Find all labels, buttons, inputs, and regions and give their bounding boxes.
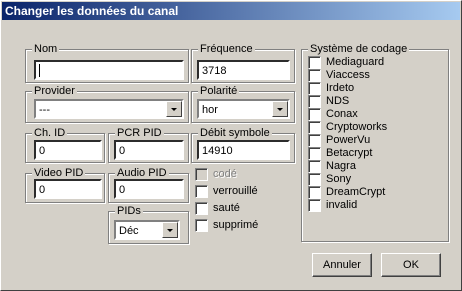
supprime-checkbox[interactable]: supprimé (195, 219, 258, 232)
systeme-label: Système de codage (308, 43, 410, 55)
checkbox-box (308, 108, 321, 121)
polarite-select[interactable]: hor (197, 99, 290, 119)
systeme-item-label: Betacrypt (326, 147, 373, 159)
polarite-label: Polarité (198, 85, 240, 97)
saute-checkbox[interactable]: sauté (195, 202, 240, 215)
audio-pid-label: Audio PID (115, 167, 169, 179)
supprime-label: supprimé (213, 219, 259, 231)
systeme-checkbox-2[interactable]: Irdeto (308, 82, 354, 95)
pids-select[interactable]: Déc (114, 220, 180, 240)
systeme-item-label: Nagra (326, 160, 356, 172)
nom-input[interactable] (34, 60, 184, 80)
provider-label: Provider (32, 85, 77, 97)
ok-button[interactable]: OK (381, 253, 441, 277)
systeme-checkbox-7[interactable]: Betacrypt (308, 147, 372, 160)
video-pid-input[interactable]: 0 (34, 179, 102, 199)
verrouille-label: verrouillé (213, 185, 258, 197)
systeme-checkbox-6[interactable]: PowerVu (308, 134, 370, 147)
checkbox-box (195, 168, 208, 181)
text-caret (39, 64, 40, 77)
provider-select[interactable]: --- (34, 99, 184, 119)
checkbox-box (195, 219, 208, 232)
pids-value: Déc (119, 225, 139, 237)
checkbox-box (308, 56, 321, 69)
checkbox-box (308, 147, 321, 160)
checkbox-box (308, 160, 321, 173)
pcr-pid-input[interactable]: 0 (114, 140, 184, 160)
systeme-checkbox-11[interactable]: invalid (308, 199, 357, 212)
video-pid-label: Video PID (32, 167, 86, 179)
ch-id-label: Ch. ID (32, 127, 68, 139)
systeme-item-label: NDS (326, 95, 350, 107)
systeme-item-label: DreamCrypt (326, 186, 386, 198)
chevron-down-icon[interactable] (166, 101, 182, 117)
systeme-checkbox-3[interactable]: NDS (308, 95, 349, 108)
audio-pid-input[interactable]: 0 (114, 179, 184, 199)
systeme-item-label: invalid (326, 199, 358, 211)
checkbox-box (308, 82, 321, 95)
provider-value: --- (39, 104, 50, 116)
systeme-checkbox-4[interactable]: Conax (308, 108, 358, 121)
systeme-checkbox-1[interactable]: Viaccess (308, 69, 370, 82)
chevron-down-icon[interactable] (162, 222, 178, 238)
systeme-item-label: PowerVu (326, 134, 371, 146)
frequence-input[interactable]: 3718 (197, 60, 290, 80)
debit-symbole-label: Débit symbole (198, 127, 272, 139)
systeme-item-label: Irdeto (326, 82, 355, 94)
saute-label: sauté (213, 202, 240, 214)
systeme-item-label: Cryptoworks (326, 121, 388, 133)
systeme-item-label: Mediaguard (326, 56, 385, 68)
code-label: codé (213, 168, 237, 180)
checkbox-box (308, 173, 321, 186)
systeme-checkbox-5[interactable]: Cryptoworks (308, 121, 387, 134)
systeme-checkbox-10[interactable]: DreamCrypt (308, 186, 385, 199)
checkbox-box (308, 134, 321, 147)
checkbox-box (308, 199, 321, 212)
cancel-button[interactable]: Annuler (312, 253, 372, 277)
checkbox-box (308, 121, 321, 134)
chevron-down-icon[interactable] (272, 101, 288, 117)
pcr-pid-label: PCR PID (115, 127, 164, 139)
systeme-checkbox-8[interactable]: Nagra (308, 160, 356, 173)
dialog-window: Changer les données du canal Nom Fréquen… (0, 0, 462, 291)
checkbox-box (308, 69, 321, 82)
checkbox-box (308, 186, 321, 199)
ch-id-input[interactable]: 0 (34, 140, 102, 160)
systeme-group: Système de codage (301, 43, 449, 242)
checkbox-box (195, 185, 208, 198)
code-checkbox[interactable]: codé (195, 168, 237, 181)
polarite-value: hor (202, 104, 218, 116)
checkbox-box (308, 95, 321, 108)
window-title: Changer les données du canal (2, 2, 460, 20)
systeme-checkbox-9[interactable]: Sony (308, 173, 351, 186)
systeme-item-label: Conax (326, 108, 358, 120)
verrouille-checkbox[interactable]: verrouillé (195, 185, 258, 198)
systeme-checkbox-0[interactable]: Mediaguard (308, 56, 384, 69)
debit-symbole-input[interactable]: 14910 (197, 140, 290, 160)
systeme-item-label: Viaccess (326, 69, 370, 81)
nom-label: Nom (32, 43, 60, 55)
checkbox-box (195, 202, 208, 215)
systeme-item-label: Sony (326, 173, 352, 185)
pids-label: PIDs (115, 205, 143, 217)
frequence-label: Fréquence (198, 43, 255, 55)
